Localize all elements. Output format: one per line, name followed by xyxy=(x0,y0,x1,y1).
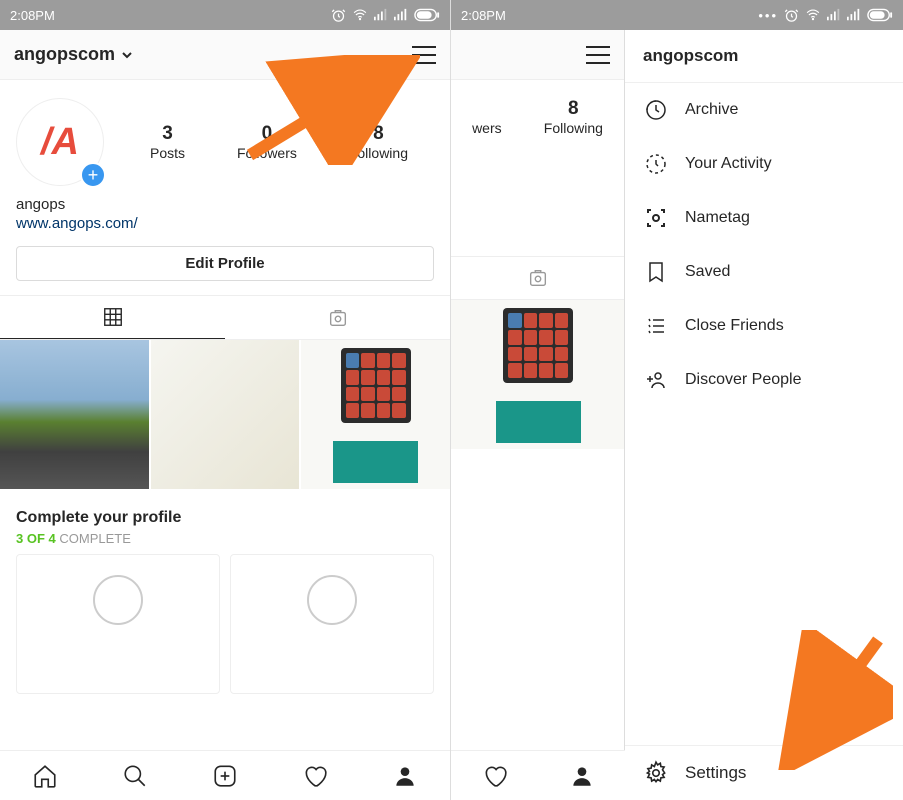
menu-item-activity[interactable]: Your Activity xyxy=(625,137,903,191)
post-gallery xyxy=(0,340,450,489)
menu-list: Archive Your Activity Nametag Saved Clos… xyxy=(625,83,903,745)
complete-card[interactable] xyxy=(16,554,220,694)
complete-cards xyxy=(0,554,450,694)
menu-item-nametag[interactable]: Nametag xyxy=(625,191,903,245)
hamburger-menu-button[interactable] xyxy=(586,46,610,64)
menu-item-close-friends[interactable]: Close Friends xyxy=(625,299,903,353)
menu-item-discover[interactable]: Discover People xyxy=(625,353,903,407)
more-icon: ••• xyxy=(758,8,778,23)
profile-stats: 3 Posts 0 Followers 8 Following xyxy=(124,123,434,161)
status-time: 2:08PM xyxy=(461,8,758,23)
archive-icon xyxy=(643,97,669,123)
post-thumbnail[interactable] xyxy=(151,340,300,489)
add-story-icon[interactable]: + xyxy=(80,162,106,188)
tagged-icon xyxy=(327,307,349,329)
profile-screen: 2:08PM angopscom /A + 3 Posts 0 Follower… xyxy=(0,0,451,800)
wifi-icon xyxy=(805,8,821,22)
gear-icon xyxy=(643,760,669,786)
bio: angops www.angops.com/ xyxy=(0,196,450,246)
header-username[interactable]: angopscom xyxy=(14,44,115,65)
side-menu-panel: angopscom Archive Your Activity Nametag … xyxy=(625,30,903,800)
alarm-icon xyxy=(784,8,799,23)
settings-button[interactable]: Settings xyxy=(625,745,903,800)
saved-icon xyxy=(643,259,669,285)
post-thumbnail[interactable] xyxy=(0,340,149,489)
profile-icon[interactable] xyxy=(569,763,595,789)
grid-icon xyxy=(102,306,124,328)
profile-slice: wers 8 Following xyxy=(451,30,625,800)
profile-row: /A + 3 Posts 0 Followers 8 Following xyxy=(0,80,450,196)
bottom-nav-slice xyxy=(451,750,625,800)
status-icons: ••• xyxy=(758,8,893,23)
menu-item-saved[interactable]: Saved xyxy=(625,245,903,299)
bottom-nav xyxy=(0,750,450,800)
battery-icon xyxy=(867,8,893,22)
status-icons xyxy=(331,8,440,23)
home-icon[interactable] xyxy=(32,763,58,789)
complete-title: Complete your profile xyxy=(16,509,434,527)
tagged-tab[interactable] xyxy=(225,296,450,339)
signal-icon xyxy=(374,8,388,22)
following-stat[interactable]: 8 Following xyxy=(349,123,408,161)
profile-icon[interactable] xyxy=(392,763,418,789)
menu-screen: 2:08PM ••• wers 8 Following xyxy=(451,0,903,800)
menu-item-archive[interactable]: Archive xyxy=(625,83,903,137)
search-icon[interactable] xyxy=(122,763,148,789)
hamburger-menu-button[interactable] xyxy=(412,46,436,64)
view-tabs xyxy=(0,295,450,340)
close-friends-icon xyxy=(643,313,669,339)
avatar[interactable]: /A + xyxy=(16,98,104,186)
add-post-icon[interactable] xyxy=(212,763,238,789)
activity-icon xyxy=(643,151,669,177)
nametag-icon xyxy=(643,205,669,231)
grid-tab[interactable] xyxy=(0,296,225,339)
tagged-icon xyxy=(527,267,549,289)
complete-progress: 3 OF 4 COMPLETE xyxy=(16,531,434,546)
menu-username: angopscom xyxy=(625,30,903,83)
heart-icon[interactable] xyxy=(482,763,508,789)
following-stat[interactable]: 8 Following xyxy=(544,98,603,136)
tagged-tab[interactable] xyxy=(451,257,624,299)
discover-icon xyxy=(643,367,669,393)
wifi-icon xyxy=(352,8,368,22)
signal-icon xyxy=(827,8,841,22)
heart-icon[interactable] xyxy=(302,763,328,789)
profile-header: angopscom xyxy=(0,30,450,80)
signal2-icon xyxy=(847,8,861,22)
complete-profile-section: Complete your profile 3 OF 4 COMPLETE xyxy=(0,489,450,554)
posts-stat[interactable]: 3 Posts xyxy=(150,123,185,161)
battery-icon xyxy=(414,8,440,22)
signal2-icon xyxy=(394,8,408,22)
display-name: angops xyxy=(16,196,434,213)
post-thumbnail[interactable] xyxy=(451,300,624,449)
status-bar: 2:08PM ••• xyxy=(451,0,903,30)
status-time: 2:08PM xyxy=(10,8,331,23)
chevron-down-icon[interactable] xyxy=(121,49,133,61)
followers-stat[interactable]: 0 Followers xyxy=(237,123,297,161)
status-bar: 2:08PM xyxy=(0,0,450,30)
website-link[interactable]: www.angops.com/ xyxy=(16,215,434,232)
complete-card[interactable] xyxy=(230,554,434,694)
followers-stat-partial[interactable]: wers xyxy=(472,98,502,136)
alarm-icon xyxy=(331,8,346,23)
post-thumbnail[interactable] xyxy=(301,340,450,489)
edit-profile-button[interactable]: Edit Profile xyxy=(16,246,434,281)
